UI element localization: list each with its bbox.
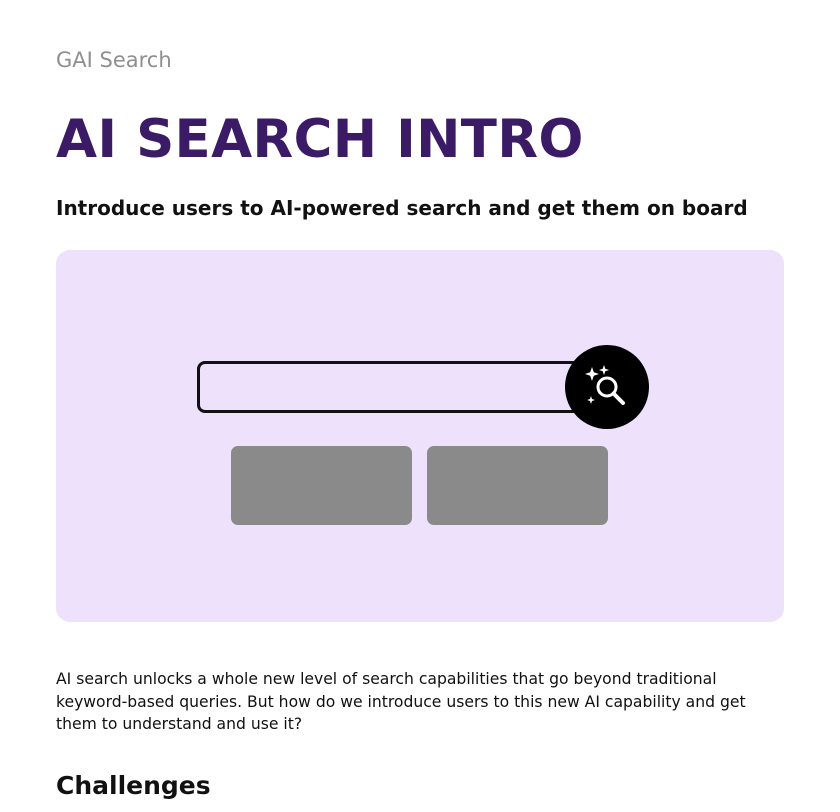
ai-sparkle-search-icon — [585, 365, 625, 405]
project-eyebrow: GAI Search — [56, 48, 172, 72]
hero-illustration — [56, 250, 784, 622]
placeholder-button-1[interactable] — [231, 446, 412, 525]
search-input[interactable] — [197, 361, 593, 413]
ai-search-button[interactable] — [565, 345, 649, 429]
placeholder-button-2[interactable] — [427, 446, 608, 525]
page-subtitle: Introduce users to AI-powered search and… — [56, 196, 748, 220]
section-heading-challenges: Challenges — [56, 771, 211, 800]
page-title: AI SEARCH INTRO — [56, 109, 584, 170]
intro-paragraph: AI search unlocks a whole new level of s… — [56, 670, 746, 733]
